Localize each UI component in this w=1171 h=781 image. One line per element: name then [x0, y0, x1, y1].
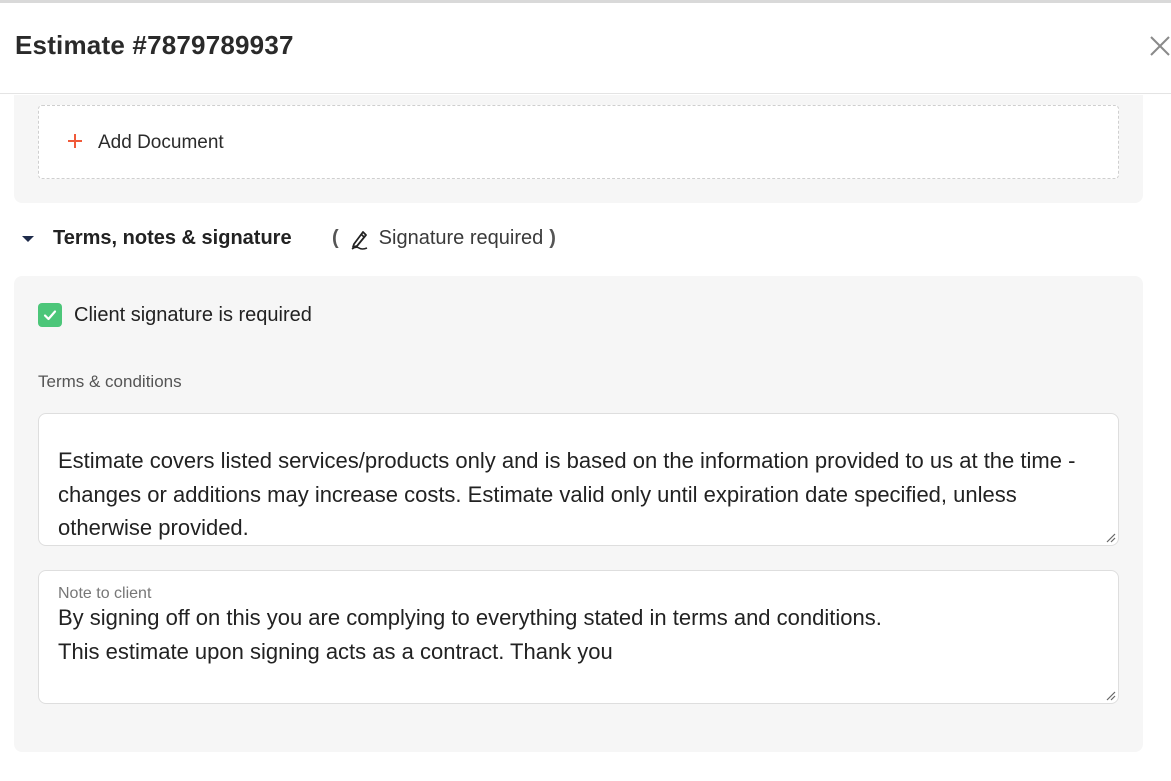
- resize-handle-icon[interactable]: [1104, 531, 1116, 543]
- terms-section-header: Terms, notes & signature ( Signature req…: [0, 222, 1171, 256]
- collapse-toggle[interactable]: [20, 232, 36, 244]
- page-title: Estimate #7879789937: [15, 30, 294, 60]
- caret-down-icon: [22, 236, 34, 242]
- open-paren: (: [332, 227, 339, 249]
- section-title: Terms, notes & signature: [53, 227, 292, 249]
- close-icon: [1150, 36, 1170, 56]
- modal-header: Estimate #7879789937: [0, 3, 1171, 94]
- signature-required-text: Signature required: [378, 227, 544, 249]
- note-textarea[interactable]: Note to client By signing off on this yo…: [38, 570, 1119, 704]
- modal-body: Add Document Terms, notes & signature ( …: [0, 95, 1171, 781]
- close-button[interactable]: [1148, 34, 1171, 58]
- add-document-button[interactable]: Add Document: [38, 105, 1119, 179]
- pen-signature-icon: [351, 230, 367, 250]
- checkbox-label: Client signature is required: [74, 303, 312, 326]
- checkmark-icon: [43, 310, 57, 321]
- resize-handle-icon[interactable]: [1104, 689, 1116, 701]
- add-document-label: Add Document: [98, 132, 224, 153]
- signature-required-note: ( Signature required ): [332, 227, 556, 250]
- note-text: By signing off on this you are complying…: [58, 605, 882, 664]
- plus-icon: [68, 134, 82, 148]
- terms-textarea[interactable]: Estimate covers listed services/products…: [38, 413, 1119, 546]
- terms-label: Terms & conditions: [38, 372, 182, 391]
- terms-panel: Client signature is required Terms & con…: [14, 276, 1143, 752]
- terms-text: Estimate covers listed services/products…: [58, 448, 1082, 540]
- client-signature-checkbox[interactable]: Client signature is required: [38, 302, 312, 328]
- documents-panel: Add Document: [14, 95, 1143, 203]
- close-paren: ): [549, 227, 556, 249]
- checkbox[interactable]: [38, 303, 62, 327]
